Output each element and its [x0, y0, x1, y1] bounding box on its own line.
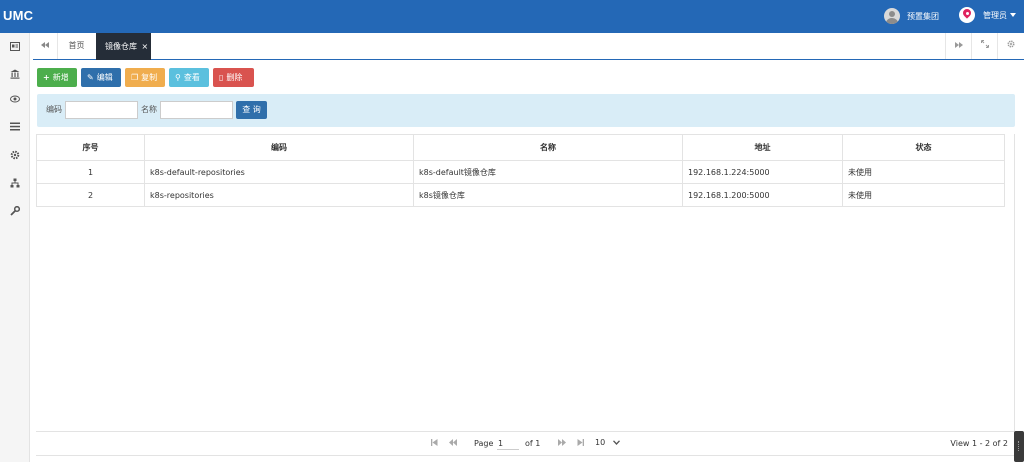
edit-button[interactable]: ✎ 编辑 — [81, 68, 121, 87]
plus-icon: + — [43, 73, 50, 82]
cell-index: 2 — [36, 183, 145, 207]
sitemap-icon[interactable] — [9, 178, 20, 189]
add-button[interactable]: + 新增 — [37, 68, 77, 87]
cell-name: k8s镜像仓库 — [413, 183, 683, 207]
gear-icon[interactable] — [9, 150, 20, 161]
org-label: 预置集团 — [907, 11, 939, 21]
forward-icon — [954, 42, 963, 48]
column-header-code[interactable]: 编码 — [144, 134, 414, 161]
eye-icon[interactable] — [9, 95, 20, 106]
page-size-select[interactable]: 10 — [595, 438, 620, 447]
bank-icon[interactable] — [9, 69, 20, 80]
column-header-index[interactable]: 序号 — [36, 134, 145, 161]
prev-page-icon[interactable] — [449, 439, 457, 448]
column-header-name[interactable]: 名称 — [413, 134, 683, 161]
cell-address: 192.168.1.224:5000 — [682, 160, 843, 184]
tab-image-registry[interactable]: 镜像仓库 × — [96, 33, 151, 60]
view-button[interactable]: ⚲ 查看 — [169, 68, 209, 87]
search-panel: 编码 名称 查 询 — [37, 94, 1015, 127]
data-table: 序号 编码 名称 地址 状态 1 k8s-default-repositorie… — [36, 134, 1005, 207]
caret-down-icon — [1010, 13, 1016, 17]
page-size-value: 10 — [595, 438, 606, 447]
user-menu[interactable]: 管理员 — [959, 7, 1016, 23]
code-label: 编码 — [46, 105, 62, 114]
cell-address: 192.168.1.200:5000 — [682, 183, 843, 207]
top-header: UMC 预置集团 管理员 — [0, 0, 1024, 33]
page-count-label: of 1 — [525, 439, 541, 448]
content-frame-border — [1014, 134, 1015, 458]
copy-button[interactable]: ❐ 复制 — [125, 68, 165, 87]
tab-home[interactable]: 首页 — [58, 33, 95, 59]
first-page-icon[interactable] — [431, 439, 438, 448]
brand-logo[interactable]: UMC — [3, 8, 33, 23]
table-row[interactable]: 1 k8s-default-repositories k8s-default镜像… — [36, 160, 1005, 184]
user-label: 管理员 — [983, 10, 1007, 20]
cell-code: k8s-repositories — [144, 183, 414, 207]
add-label: 新增 — [52, 73, 69, 82]
delete-button[interactable]: ▯ 删除 — [213, 68, 254, 87]
tab-scroll-right-button[interactable] — [945, 33, 971, 59]
page-number-input[interactable] — [497, 438, 519, 450]
trash-icon: ▯ — [219, 73, 224, 82]
column-header-status[interactable]: 状态 — [842, 134, 1005, 161]
cell-code: k8s-default-repositories — [144, 160, 414, 184]
name-label: 名称 — [141, 105, 157, 114]
edit-icon: ✎ — [87, 73, 94, 82]
tab-bar: 首页 镜像仓库 × — [33, 33, 1024, 60]
tab-settings-button[interactable] — [997, 33, 1024, 59]
table-header-row: 序号 编码 名称 地址 状态 — [36, 134, 1005, 161]
list-icon[interactable] — [9, 122, 20, 133]
record-count-text: View 1 - 2 of 2 — [950, 439, 1008, 448]
cell-status: 未使用 — [842, 183, 1005, 207]
name-input[interactable] — [160, 101, 233, 119]
next-page-icon[interactable] — [558, 439, 566, 448]
copy-icon: ❐ — [131, 73, 139, 82]
copy-label: 复制 — [141, 73, 158, 82]
last-page-icon[interactable] — [577, 439, 584, 448]
cell-status: 未使用 — [842, 160, 1005, 184]
search-icon: ⚲ — [175, 73, 181, 82]
sidebar — [0, 33, 30, 462]
fullscreen-button[interactable] — [971, 33, 997, 59]
chevron-down-icon — [612, 440, 620, 445]
cell-name: k8s-default镜像仓库 — [413, 160, 683, 184]
expand-icon — [980, 40, 989, 48]
delete-label: 删除 — [226, 73, 243, 82]
page-label: Page — [474, 439, 494, 448]
tab-label: 镜像仓库 — [105, 42, 137, 51]
column-header-address[interactable]: 地址 — [682, 134, 843, 161]
wrench-icon[interactable] — [9, 205, 20, 217]
gear-icon — [1007, 40, 1015, 48]
pager: Page of 1 10 View 1 - 2 of 2 — [36, 431, 1015, 456]
org-switcher[interactable]: 预置集团 — [884, 8, 939, 24]
tab-scroll-left-button[interactable] — [33, 33, 58, 59]
search-button[interactable]: 查 询 — [236, 101, 267, 119]
id-card-icon[interactable] — [9, 42, 20, 53]
close-icon[interactable]: × — [142, 42, 149, 51]
org-avatar-icon — [884, 8, 900, 24]
table-row[interactable]: 2 k8s-repositories k8s镜像仓库 192.168.1.200… — [36, 183, 1005, 207]
backward-icon — [41, 42, 49, 48]
cell-index: 1 — [36, 160, 145, 184]
resize-handle[interactable] — [1014, 431, 1024, 462]
code-input[interactable] — [65, 101, 138, 119]
view-label: 查看 — [183, 73, 200, 82]
user-avatar-icon — [959, 7, 975, 23]
edit-label: 编辑 — [96, 73, 113, 82]
